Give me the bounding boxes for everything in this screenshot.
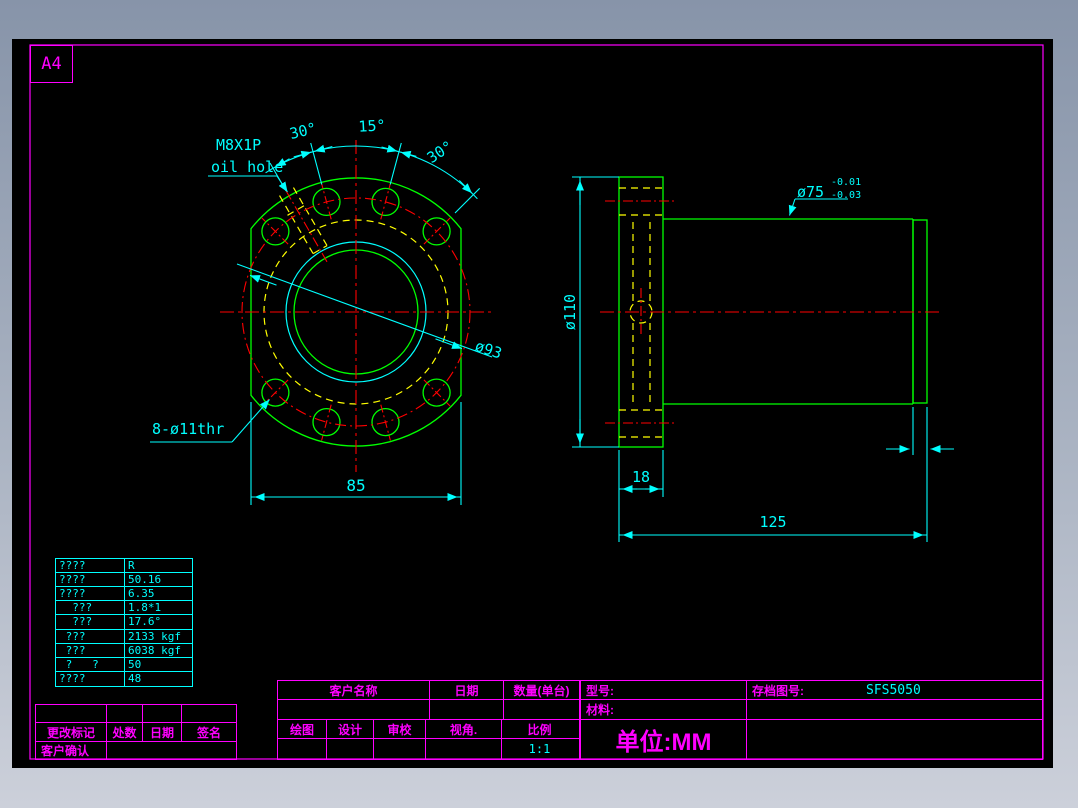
param-value: R: [128, 559, 135, 572]
param-label: ????: [56, 559, 125, 573]
param-value: 1.8*1: [128, 601, 162, 615]
tolerance-lower: -0.03: [831, 190, 861, 201]
material-label: 材料:: [581, 700, 747, 719]
angle-dim-mid: 15°: [358, 116, 386, 135]
unit-label: 单位:MM: [581, 720, 747, 759]
tolerance-upper: -0.01: [831, 177, 861, 188]
param-value: 17.6°: [128, 615, 162, 629]
front-view-dimensions: [150, 142, 493, 505]
table-row: ??? 1.8*1: [56, 601, 192, 616]
draw-cell: [278, 739, 327, 759]
front-view-centerlines: [220, 140, 492, 472]
param-value: 48: [128, 671, 142, 685]
view-angle-cell: [426, 739, 502, 759]
count-header: 处数: [107, 723, 143, 741]
table-row: ???? R: [56, 559, 192, 574]
change-mark-cell: [36, 705, 107, 722]
param-label: ???: [56, 601, 125, 615]
revision-block: 更改标记 处数 日期 签名 客户确认: [35, 704, 237, 760]
table-row: ? ? 50: [56, 657, 192, 672]
sheet-size-label: A4: [41, 54, 62, 74]
count-cell: [107, 705, 143, 722]
check-header: 审校: [374, 720, 426, 738]
part-number: SFS5050: [866, 682, 921, 698]
bolt-circle-dim: ø93: [473, 337, 504, 363]
param-label: ????: [56, 573, 125, 587]
view-angle-header: 视角.: [426, 720, 502, 738]
thread-callout: M8X1P: [216, 136, 261, 154]
table-row: ??? 2133 kgf: [56, 629, 192, 644]
customer-confirm-label: 客户确认: [36, 742, 107, 759]
side-view-dimensions: [572, 176, 954, 542]
date-cell: [430, 700, 504, 719]
table-row: ???? 48: [56, 671, 192, 686]
customer-name-header: 客户名称: [278, 681, 430, 699]
table-row: ???? 50.16: [56, 573, 192, 588]
angle-dim-left: 30°: [288, 119, 319, 143]
scale-value: 1:1: [528, 742, 551, 756]
rev-date-cell: [143, 705, 182, 722]
table-row: ???? 6.35: [56, 587, 192, 602]
param-value: 50.16: [128, 573, 162, 587]
flange-od-dim: ø110: [561, 294, 579, 330]
table-row: ??? 6038 kgf: [56, 643, 192, 658]
title-block-right: 型号: 存档图号: SFS5050 材料: 单位:MM: [580, 680, 1043, 760]
design-header: 设计: [327, 720, 374, 738]
customer-name-cell: [278, 700, 430, 719]
archive-no-label: 存档图号:: [752, 683, 804, 698]
sign-header: 签名: [196, 725, 221, 740]
param-value: 6038 kgf: [128, 643, 181, 657]
param-value: 2133 kgf: [128, 629, 181, 643]
cad-viewer-page: M8X1P oil hole 30° 15° 30° ø93 8-ø11thr …: [0, 0, 1078, 808]
sheet-size-box: A4: [30, 45, 73, 83]
table-row: ??? 17.6°: [56, 615, 192, 630]
change-mark-header: 更改标记: [36, 723, 107, 741]
param-label: ????: [56, 587, 125, 601]
side-view-centerlines: [600, 200, 940, 424]
flange-thickness-dim: 18: [632, 468, 650, 486]
total-length-dim: 125: [759, 513, 786, 531]
sign-cell: [182, 705, 236, 722]
oil-hole-label: oil hole: [211, 158, 283, 176]
param-label: ???: [56, 629, 125, 643]
date-header: 日期: [430, 681, 504, 699]
notes-cell: [747, 720, 1042, 759]
material-value-cell: [747, 700, 1042, 719]
title-block-center: 客户名称 日期 数量(单台) 绘图 设计 审校 视角. 比例 1:1: [277, 680, 580, 760]
design-cell: [327, 739, 374, 759]
quantity-cell: [504, 700, 579, 719]
model-label: 型号:: [581, 681, 747, 699]
draw-header: 绘图: [278, 720, 327, 738]
param-value: 6.35: [128, 587, 155, 601]
archive-no-cell: 存档图号: SFS5050: [747, 681, 1042, 699]
check-cell: [374, 739, 426, 759]
quantity-header: 数量(单台): [513, 683, 570, 698]
body-dia-dim: ø75: [797, 183, 824, 201]
param-label: ???: [56, 615, 125, 629]
parameter-table: ???? R ???? 50.16 ???? 6.35 ??? 1.8*1 ??? 17.…: [55, 558, 193, 687]
scale-header: 比例: [527, 722, 552, 737]
customer-confirm-cell: [107, 742, 236, 759]
width-dim: 85: [346, 476, 365, 495]
rev-date-header: 日期: [143, 723, 182, 741]
bolt-holes-note: 8-ø11thr: [152, 420, 224, 438]
param-value: 50: [128, 657, 142, 671]
param-label: ???: [56, 643, 125, 657]
param-label: ????: [56, 671, 125, 686]
param-label: ? ?: [56, 657, 125, 671]
